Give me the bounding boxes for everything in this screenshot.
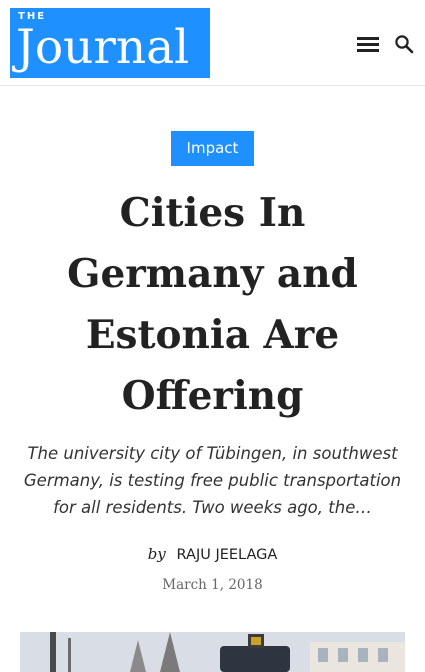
hamburger-menu-icon[interactable] [357, 36, 379, 52]
site-header: THE Journal [0, 0, 425, 86]
author-link[interactable]: RAJU JEELAGA [177, 547, 278, 563]
category-badge[interactable]: Impact [171, 131, 254, 166]
byline-label: by [147, 545, 166, 563]
logo-name-text: Journal [16, 20, 190, 75]
article-title[interactable]: Cities In Germany and Estonia Are Offeri… [20, 183, 405, 427]
site-logo[interactable]: THE Journal [10, 8, 210, 78]
search-icon[interactable] [394, 34, 414, 54]
article-byline: by RAJU JEELAGA [0, 545, 425, 563]
article-excerpt: The university city of Tübingen, in sout… [23, 444, 402, 517]
article-hero-image[interactable] [20, 632, 405, 672]
publish-date: March 1, 2018 [162, 577, 263, 593]
